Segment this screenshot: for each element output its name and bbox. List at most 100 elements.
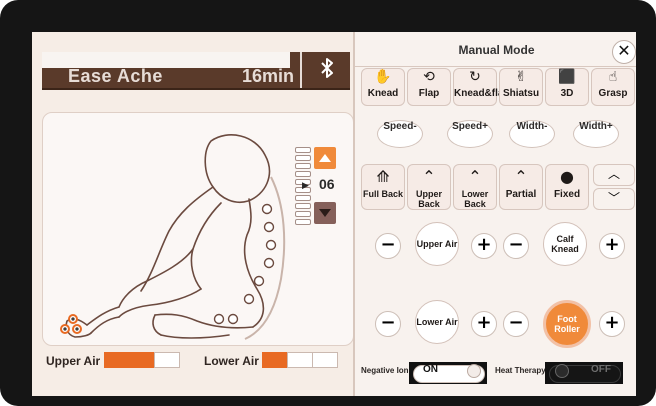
level-tick	[295, 155, 311, 161]
chevron-up-icon: ⌃	[468, 167, 482, 186]
body-map-panel: ▶ 06	[42, 112, 354, 346]
negative-ions-state: ON	[423, 364, 438, 375]
program-status-bar: Ease Ache 16min	[42, 52, 350, 90]
level-down-button[interactable]	[314, 202, 336, 224]
width-minus-button[interactable]: Width-	[509, 120, 555, 148]
speed-plus-button[interactable]: Speed+	[447, 120, 493, 148]
part-partial-button[interactable]: ⌃ Partial	[499, 164, 543, 210]
mode-3d-button[interactable]: ⬛ 3D	[545, 68, 589, 106]
lower-air-plus-button[interactable]: +	[471, 311, 497, 337]
mode-label: 3D	[560, 88, 574, 99]
speed-minus-button[interactable]: Speed-	[377, 120, 423, 148]
foot-roller-plus-button[interactable]: +	[599, 311, 625, 337]
mode-knead-button[interactable]: ✋ Knead	[361, 68, 405, 106]
heat-therapy-label: Heat Therapy	[495, 366, 546, 375]
lower-air-status: Lower Air	[204, 352, 354, 368]
negative-ions-toggle[interactable]: ON	[409, 362, 487, 384]
upper-air-center: Upper Air	[415, 222, 459, 266]
speed-width-controls: Speed- Speed+ Width- Width+	[361, 112, 633, 156]
chevron-up-icon: ⌃	[422, 167, 436, 186]
flap-icon: ⟲	[423, 69, 435, 85]
upper-air-seg-1	[104, 352, 130, 368]
lower-air-seg-1	[262, 352, 288, 368]
mode-label: Shiatsu	[502, 88, 540, 99]
mode-grasp-button[interactable]: ☝ Grasp	[591, 68, 635, 106]
level-tick	[295, 195, 311, 201]
position-up-button[interactable]: ︿	[593, 164, 635, 186]
level-value: 06	[319, 176, 335, 192]
calf-knead-control: − Calf Knead +	[503, 218, 625, 272]
program-name: Ease Ache	[68, 66, 163, 86]
lower-air-minus-button[interactable]: −	[375, 311, 401, 337]
level-tick	[295, 203, 311, 209]
technique-modes: ✋ Knead ⟲ Flap ↻ Knead&flap ✌ Shiatsu ⬛	[361, 66, 635, 106]
position-arrows: ︿ ﹀	[593, 164, 635, 210]
knead-icon: ✋	[374, 69, 392, 85]
screen: Ease Ache 16min ▶ 06 Upper Air Lower Air…	[32, 32, 636, 396]
manual-title: Manual Mode	[458, 43, 535, 57]
dot-icon: ●	[560, 167, 574, 186]
level-tick	[295, 147, 311, 153]
lower-air-seg-2	[287, 352, 313, 368]
upper-air-seg-2	[129, 352, 155, 368]
part-fixed-button[interactable]: ● Fixed	[545, 164, 589, 210]
toggle-knob	[555, 364, 569, 378]
close-button[interactable]: ✕	[612, 40, 636, 64]
part-label: Lower Back	[461, 189, 489, 209]
position-down-button[interactable]: ﹀	[593, 188, 635, 210]
part-label: Fixed	[553, 189, 581, 200]
level-tick	[295, 211, 311, 217]
part-lower-back-button[interactable]: ⌃ Lower Back	[453, 164, 497, 210]
3d-icon: ⬛	[558, 69, 576, 85]
part-label: Partial	[505, 189, 537, 200]
negative-ions-label: Negative Ions	[361, 366, 414, 375]
lower-air-control: − Lower Air +	[375, 296, 497, 350]
level-tick	[295, 163, 311, 169]
upper-air-control: − Upper Air +	[375, 218, 497, 272]
level-tick	[295, 171, 311, 177]
mode-shiatsu-button[interactable]: ✌ Shiatsu	[499, 68, 543, 106]
level-tick	[295, 219, 311, 225]
mode-flap-button[interactable]: ⟲ Flap	[407, 68, 451, 106]
manual-mode-panel: Manual Mode ✕ ✋ Knead ⟲ Flap ↻ Knead&fla…	[353, 32, 636, 396]
full-back-icon: ⟰	[376, 167, 390, 186]
knead-flap-icon: ↻	[469, 69, 481, 85]
level-pointer-icon: ▶	[302, 181, 309, 191]
lower-air-label: Lower Air	[204, 354, 259, 368]
part-upper-back-button[interactable]: ⌃ Upper Back	[407, 164, 451, 210]
status-divider	[300, 52, 302, 88]
part-label: Full Back	[362, 189, 403, 199]
foot-roller-control: − Foot Roller +	[503, 296, 625, 350]
mode-label: Flap	[418, 88, 440, 99]
lower-air-center: Lower Air	[415, 300, 459, 344]
manual-header: Manual Mode ✕	[355, 32, 636, 67]
part-label: Upper Back	[415, 189, 442, 209]
foot-roller-center: Foot Roller	[543, 300, 591, 348]
upper-air-seg-3	[154, 352, 180, 368]
chevron-up-icon: ⌃	[514, 167, 528, 186]
mode-knead-flap-button[interactable]: ↻ Knead&flap	[453, 68, 510, 106]
mode-label: Knead	[367, 88, 399, 99]
upper-air-plus-button[interactable]: +	[471, 233, 497, 259]
mode-label: Grasp	[598, 88, 628, 99]
width-plus-button[interactable]: Width+	[573, 120, 619, 148]
heat-therapy-state: OFF	[591, 364, 611, 375]
program-time: 16min	[242, 66, 295, 86]
upper-air-status: Upper Air	[46, 352, 196, 368]
lower-air-seg-3	[312, 352, 338, 368]
upper-air-minus-button[interactable]: −	[375, 233, 401, 259]
toggle-bar: Negative Ions ON Heat Therapy OFF	[355, 362, 636, 392]
toggle-knob	[467, 364, 481, 378]
calf-knead-center: Calf Knead	[543, 222, 587, 266]
calf-knead-minus-button[interactable]: −	[503, 233, 529, 259]
mode-label: Knead&flap	[454, 88, 510, 99]
upper-air-label: Upper Air	[46, 354, 101, 368]
heat-therapy-toggle[interactable]: OFF	[545, 362, 623, 384]
foot-roller-minus-button[interactable]: −	[503, 311, 529, 337]
part-full-back-button[interactable]: ⟰ Full Back	[361, 164, 405, 210]
bluetooth-icon[interactable]	[312, 58, 342, 82]
calf-knead-plus-button[interactable]: +	[599, 233, 625, 259]
device-frame: Ease Ache 16min ▶ 06 Upper Air Lower Air…	[0, 0, 656, 406]
level-up-button[interactable]	[314, 147, 336, 169]
grasp-icon: ☝	[608, 69, 618, 85]
